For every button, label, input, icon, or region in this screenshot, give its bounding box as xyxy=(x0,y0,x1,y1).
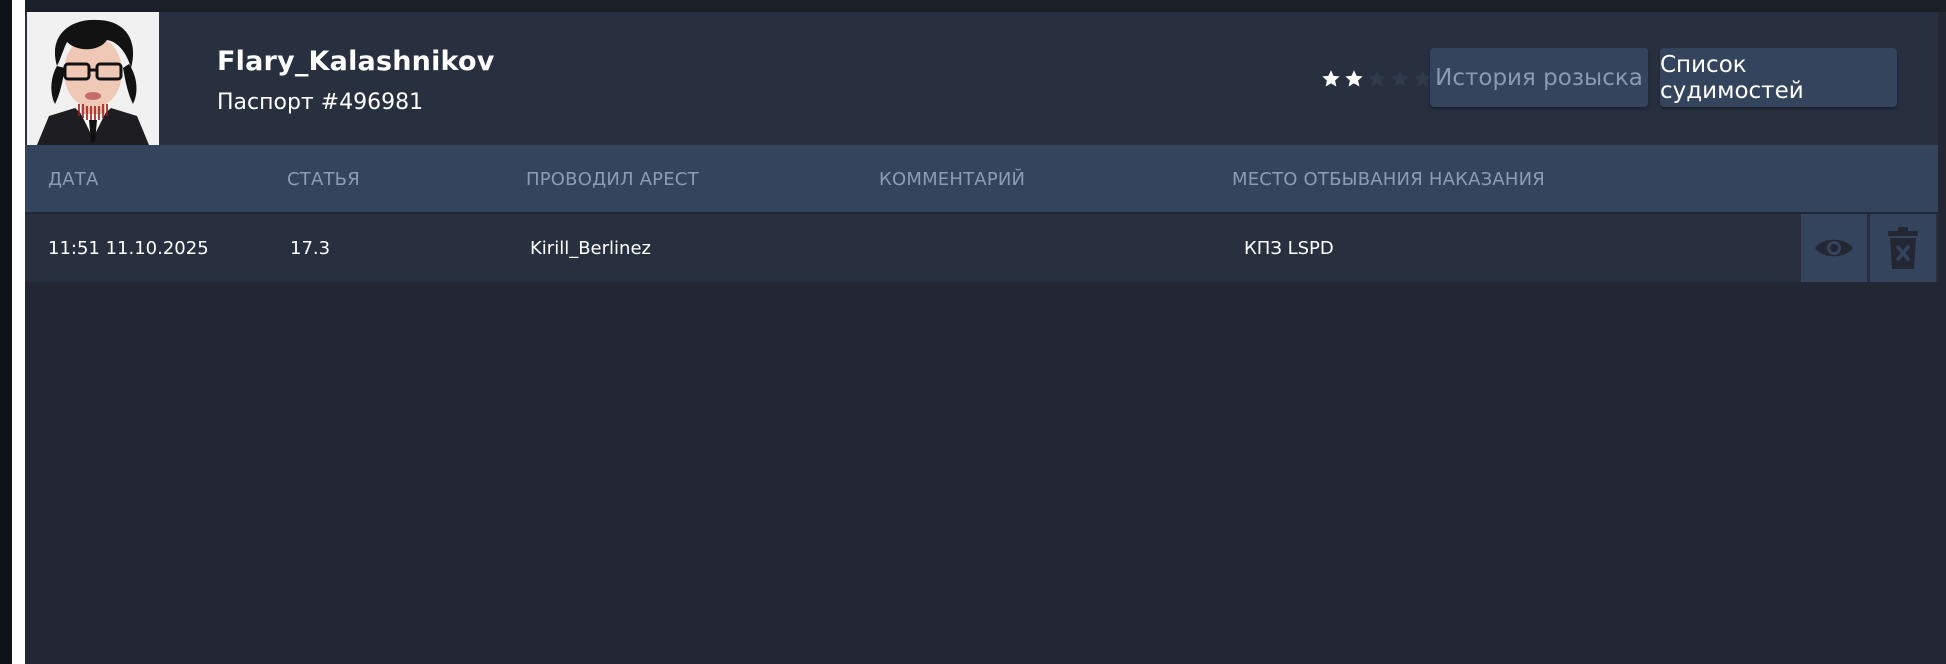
wanted-level-stars xyxy=(1321,69,1433,89)
passport-number: Паспорт #496981 xyxy=(217,90,424,115)
cell-article: 17.3 xyxy=(290,238,331,259)
column-header-comment: КОММЕНТАРИЙ xyxy=(879,169,1026,190)
convictions-list-button[interactable]: Список судимостей xyxy=(1660,48,1897,107)
column-header-arrested-by: ПРОВОДИЛ АРЕСТ xyxy=(526,169,699,190)
star-icon xyxy=(1368,70,1386,87)
window-top-strip xyxy=(25,0,1946,12)
star-icon xyxy=(1345,70,1363,87)
window-left-strip xyxy=(12,0,25,664)
column-header-date: ДАТА xyxy=(48,169,99,190)
cell-arrested-by: Kirill_Berlinez xyxy=(530,238,651,259)
wanted-history-button[interactable]: История розыска xyxy=(1430,48,1648,107)
window-left-border xyxy=(0,0,12,664)
profile-header: Flary_Kalashnikov Паспорт #496981 Истори… xyxy=(25,12,1938,145)
cell-date: 11:51 11.10.2025 xyxy=(48,238,209,259)
eye-icon xyxy=(1815,239,1853,257)
column-header-place: МЕСТО ОТБЫВАНИЯ НАКАЗАНИЯ xyxy=(1232,169,1545,190)
column-header-article: СТАТЬЯ xyxy=(287,169,360,190)
trash-x-icon xyxy=(1888,227,1918,269)
table-row: 11:51 11.10.2025 17.3 Kirill_Berlinez КП… xyxy=(25,214,1938,282)
star-icon xyxy=(1391,70,1409,87)
mdt-screen: Flary_Kalashnikov Паспорт #496981 Истори… xyxy=(0,0,1946,664)
view-record-button[interactable] xyxy=(1801,214,1867,282)
player-name: Flary_Kalashnikov xyxy=(217,46,495,77)
avatar xyxy=(27,12,159,145)
star-icon xyxy=(1322,70,1340,87)
cell-place: КПЗ LSPD xyxy=(1244,238,1334,259)
criminal-record-panel: Flary_Kalashnikov Паспорт #496981 Истори… xyxy=(25,12,1938,664)
table-header: ДАТА СТАТЬЯ ПРОВОДИЛ АРЕСТ КОММЕНТАРИЙ М… xyxy=(25,145,1938,212)
delete-record-button[interactable] xyxy=(1870,214,1936,282)
